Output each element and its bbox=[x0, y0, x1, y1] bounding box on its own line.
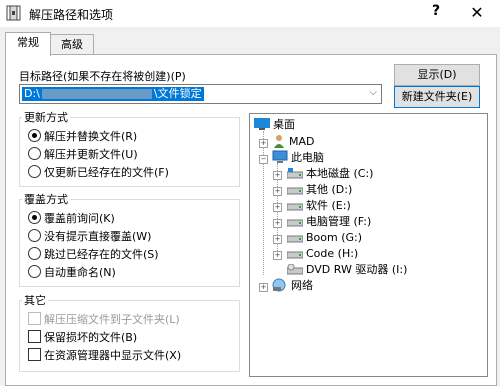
checkbox[interactable] bbox=[28, 330, 41, 343]
target-path-combobox[interactable]: D:\ \文件锁定 ⌵ bbox=[19, 84, 382, 104]
title-bar: 解压路径和选项 ? ✕ bbox=[0, 0, 500, 27]
chevron-down-icon[interactable]: ⌵ bbox=[369, 87, 377, 98]
option-label: 解压压缩文件到子文件夹(L) bbox=[44, 313, 180, 326]
checkbox[interactable] bbox=[28, 312, 41, 325]
tree-item-drive-e[interactable]: 软件 (E:) bbox=[287, 198, 351, 214]
radio-ask-before-overwrite[interactable]: 覆盖前询问(K) bbox=[28, 211, 115, 227]
tree-item-drive-i[interactable]: DVD RW 驱动器 (I:) bbox=[287, 262, 407, 278]
option-label: 在资源管理器中显示文件(X) bbox=[44, 349, 182, 362]
expand-icon[interactable]: + bbox=[273, 203, 282, 212]
option-label: 自动重命名(N) bbox=[44, 266, 116, 279]
desktop-icon bbox=[254, 118, 270, 130]
dvd-drive-icon bbox=[287, 264, 303, 275]
tree-item-label: MAD bbox=[289, 135, 315, 148]
tab-advanced[interactable]: 高级 bbox=[50, 34, 94, 55]
tree-item-drive-c[interactable]: 本地磁盘 (C:) bbox=[287, 166, 373, 182]
radio-extract-replace[interactable]: 解压并替换文件(R) bbox=[28, 129, 137, 145]
tree-item-label: 网络 bbox=[291, 279, 313, 292]
check-extract-to-subfolder[interactable]: 解压压缩文件到子文件夹(L) bbox=[28, 312, 180, 328]
folder-tree[interactable]: 桌面 + MAD − 此电脑 + 本地磁盘 (C:) + 其他 (D:) + 软… bbox=[249, 113, 488, 377]
tree-item-label: Code (H:) bbox=[306, 247, 359, 260]
option-label: 解压并更新文件(U) bbox=[44, 148, 138, 161]
drive-icon bbox=[287, 219, 303, 227]
drive-icon bbox=[287, 235, 303, 243]
check-keep-broken-files[interactable]: 保留损坏的文件(B) bbox=[28, 330, 137, 346]
help-button[interactable]: ? bbox=[428, 3, 444, 23]
tree-item-label: 软件 (E:) bbox=[306, 199, 351, 212]
tree-item-user[interactable]: MAD bbox=[272, 134, 315, 150]
check-show-in-explorer[interactable]: 在资源管理器中显示文件(X) bbox=[28, 348, 181, 364]
tree-item-desktop[interactable]: 桌面 bbox=[254, 117, 295, 133]
collapse-icon[interactable]: − bbox=[259, 155, 268, 164]
expand-icon[interactable]: + bbox=[273, 187, 282, 196]
expand-icon[interactable]: + bbox=[273, 235, 282, 244]
overwrite-mode-legend: 覆盖方式 bbox=[24, 193, 68, 206]
expand-icon[interactable]: + bbox=[273, 171, 282, 180]
tab-general[interactable]: 常规 bbox=[5, 32, 51, 56]
option-label: 没有提示直接覆盖(W) bbox=[44, 230, 152, 243]
expand-icon[interactable]: + bbox=[259, 283, 268, 292]
target-path-value: D:\ \文件锁定 bbox=[22, 87, 204, 101]
drive-icon bbox=[287, 187, 303, 195]
show-button[interactable]: 显示(D) bbox=[394, 64, 480, 86]
radio-update-existing[interactable]: 仅更新已经存在的文件(F) bbox=[28, 165, 169, 181]
tree-item-network[interactable]: 网络 bbox=[272, 278, 313, 294]
checkbox[interactable] bbox=[28, 348, 41, 361]
update-mode-legend: 更新方式 bbox=[24, 111, 68, 124]
new-folder-button[interactable]: 新建文件夹(E) bbox=[394, 86, 480, 108]
option-label: 解压并替换文件(R) bbox=[44, 130, 138, 143]
misc-legend: 其它 bbox=[24, 294, 46, 307]
tree-item-label: 桌面 bbox=[273, 118, 295, 131]
radio-button[interactable] bbox=[28, 229, 41, 242]
option-label: 仅更新已经存在的文件(F) bbox=[44, 166, 169, 179]
tree-item-label: DVD RW 驱动器 (I:) bbox=[306, 263, 408, 276]
tree-item-drive-f[interactable]: 电脑管理 (F:) bbox=[287, 214, 371, 230]
radio-extract-update[interactable]: 解压并更新文件(U) bbox=[28, 147, 138, 163]
path-suffix: \文件锁定 bbox=[153, 87, 202, 100]
radio-auto-rename[interactable]: 自动重命名(N) bbox=[28, 265, 116, 281]
tree-item-label: 本地磁盘 (C:) bbox=[306, 167, 374, 180]
radio-button[interactable] bbox=[28, 247, 41, 260]
tree-item-label: 电脑管理 (F:) bbox=[306, 215, 372, 228]
option-label: 跳过已经存在的文件(S) bbox=[44, 248, 159, 261]
app-icon bbox=[6, 5, 21, 21]
tree-item-label: 此电脑 bbox=[291, 151, 324, 164]
path-prefix: D:\ bbox=[24, 87, 40, 100]
target-path-label: 目标路径(如果不存在将被创建)(P) bbox=[19, 70, 186, 83]
drive-icon bbox=[287, 203, 303, 211]
expand-icon[interactable]: + bbox=[259, 139, 268, 148]
tree-line bbox=[263, 131, 264, 275]
option-label: 覆盖前询问(K) bbox=[44, 212, 115, 225]
radio-button[interactable] bbox=[28, 147, 41, 160]
tree-item-drive-g[interactable]: Boom (G:) bbox=[287, 230, 362, 246]
network-icon bbox=[272, 278, 286, 292]
expand-icon[interactable]: + bbox=[273, 251, 282, 260]
tree-item-label: 其他 (D:) bbox=[306, 183, 353, 196]
radio-overwrite-without-prompt[interactable]: 没有提示直接覆盖(W) bbox=[28, 229, 151, 245]
radio-button[interactable] bbox=[28, 165, 41, 178]
local-disk-icon bbox=[287, 168, 303, 179]
window-title: 解压路径和选项 bbox=[29, 8, 114, 22]
close-button[interactable]: ✕ bbox=[466, 3, 488, 23]
radio-button[interactable] bbox=[28, 265, 41, 278]
expand-icon[interactable]: + bbox=[273, 219, 282, 228]
radio-button[interactable] bbox=[28, 129, 41, 142]
tree-item-drive-h[interactable]: Code (H:) bbox=[287, 246, 358, 262]
tree-item-label: Boom (G:) bbox=[306, 231, 363, 244]
path-redacted bbox=[41, 89, 152, 99]
tree-item-this-pc[interactable]: 此电脑 bbox=[272, 150, 324, 166]
user-icon bbox=[274, 135, 284, 148]
option-label: 保留损坏的文件(B) bbox=[44, 331, 138, 344]
drive-icon bbox=[287, 251, 303, 259]
radio-skip-existing[interactable]: 跳过已经存在的文件(S) bbox=[28, 247, 159, 263]
tree-item-drive-d[interactable]: 其他 (D:) bbox=[287, 182, 352, 198]
radio-button[interactable] bbox=[28, 211, 41, 224]
computer-icon bbox=[272, 150, 288, 163]
